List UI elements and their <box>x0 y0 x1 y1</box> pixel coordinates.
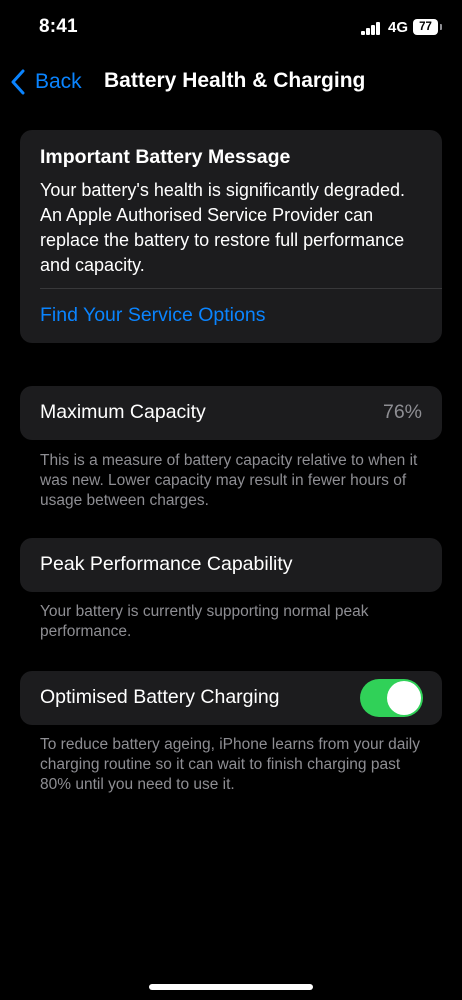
page-title: Battery Health & Charging <box>104 69 366 92</box>
optimised-charging-toggle[interactable] <box>360 679 423 717</box>
chevron-left-icon <box>11 69 25 95</box>
status-bar: 8:41 4G 77 <box>0 0 462 56</box>
network-type: 4G <box>388 19 409 36</box>
optimised-charging-label: Optimised Battery Charging <box>40 686 280 708</box>
peak-performance-row: Peak Performance Capability <box>20 538 442 592</box>
maximum-capacity-label: Maximum Capacity <box>40 401 206 423</box>
home-indicator[interactable] <box>149 984 313 990</box>
maximum-capacity-row: Maximum Capacity 76% <box>20 386 442 440</box>
message-body: Your battery's health is significantly d… <box>40 180 405 275</box>
find-service-options-link[interactable]: Find Your Service Options <box>40 304 265 327</box>
status-time: 8:41 <box>39 16 78 37</box>
peak-performance-label: Peak Performance Capability <box>40 553 293 575</box>
battery-icon: 77 <box>413 19 438 35</box>
battery-tip <box>440 24 442 30</box>
optimised-charging-row: Optimised Battery Charging <box>20 671 442 725</box>
battery-message-card: Important Battery Message Your battery's… <box>20 130 442 343</box>
optimised-charging-footnote: To reduce battery ageing, iPhone learns … <box>40 736 420 793</box>
back-label: Back <box>35 70 82 93</box>
maximum-capacity-footnote: This is a measure of battery capacity re… <box>40 452 418 509</box>
divider <box>40 288 442 289</box>
message-title: Important Battery Message <box>40 146 291 168</box>
toggle-knob <box>387 681 421 715</box>
maximum-capacity-value: 76% <box>382 401 422 423</box>
battery-level: 77 <box>419 21 432 33</box>
navigation-bar: Back Battery Health & Charging <box>0 62 462 102</box>
peak-performance-footnote: Your battery is currently supporting nor… <box>40 603 369 640</box>
cellular-signal-icon <box>361 22 381 35</box>
back-button[interactable]: Back <box>10 66 82 98</box>
